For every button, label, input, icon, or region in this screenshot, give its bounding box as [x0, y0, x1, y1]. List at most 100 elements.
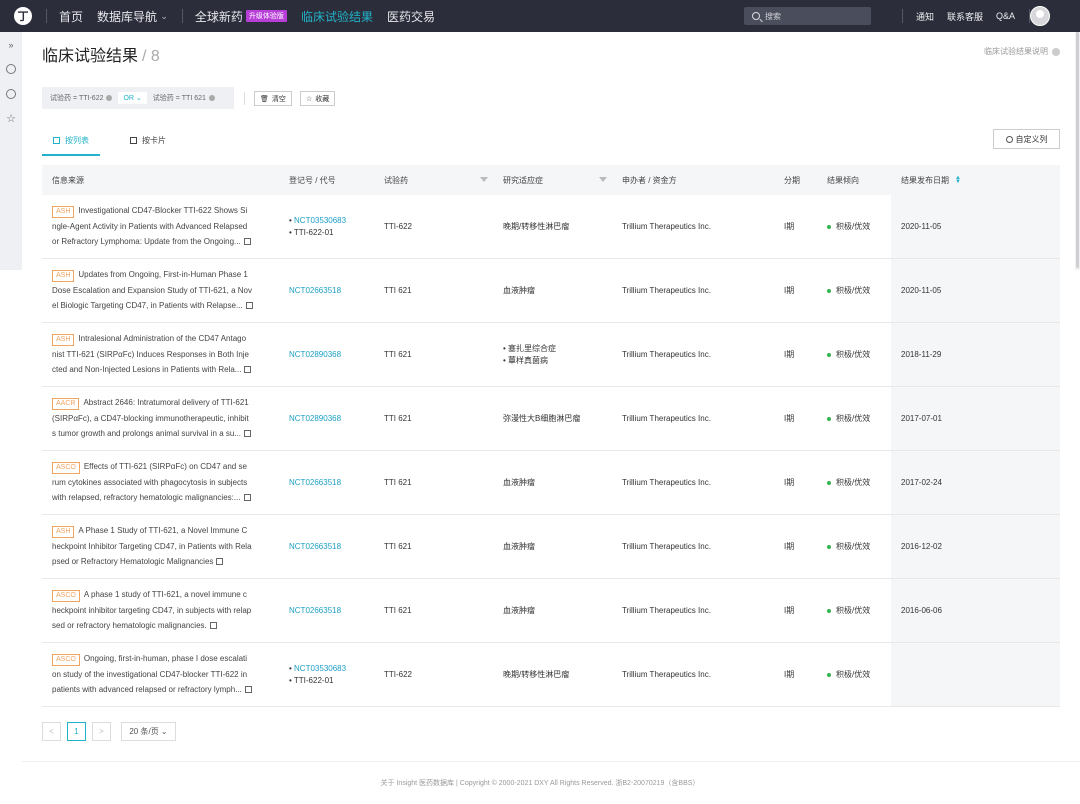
- result-cell: 积极/优效: [827, 451, 887, 514]
- source-title[interactable]: ASH Investigational CD47-Blocker TTI-622 …: [52, 203, 270, 250]
- table-header: 信息来源 登记号 / 代号 试验药 研究适应症 申办者 / 资金方 分期 结果倾…: [42, 165, 1060, 195]
- star-icon[interactable]: ☆: [6, 114, 16, 125]
- external-link-icon[interactable]: [243, 238, 251, 246]
- header-date[interactable]: 结果发布日期 ▲ ▼: [891, 165, 1060, 195]
- scrollbar-thumb[interactable]: [1076, 32, 1079, 268]
- nav-clinical-results[interactable]: 临床试验结果: [301, 8, 373, 25]
- scrollbar[interactable]: [1075, 32, 1080, 270]
- table-row[interactable]: ASCO A phase 1 study of TTI-621, a novel …: [42, 579, 1060, 643]
- source-cell: ASCO Ongoing, first-in-human, phase I dos…: [52, 643, 270, 706]
- page-size-select[interactable]: 20 条/页 ⌄: [121, 722, 176, 741]
- drug-cell: TTI 621: [384, 606, 412, 615]
- source-title[interactable]: ASH Intralesional Administration of the C…: [52, 331, 270, 378]
- clear-filters-button[interactable]: 🗑 清空: [254, 91, 292, 106]
- source-title[interactable]: ASCO A phase 1 study of TTI-621, a novel …: [52, 587, 270, 634]
- source-line: nist TTI-621 (SIRPαFc) Induces Responses…: [52, 349, 250, 359]
- external-link-icon[interactable]: [245, 302, 253, 310]
- source-line: el Biologic Targeting CD47, in Patients …: [52, 301, 243, 311]
- nav-home[interactable]: 首页: [59, 8, 83, 25]
- nav-pharma-deals[interactable]: 医药交易: [387, 8, 435, 25]
- top-right-links: 通知 联系客服 Q&A: [888, 0, 1030, 32]
- external-link-icon[interactable]: [243, 494, 251, 502]
- result-label: 积极/优效: [836, 350, 871, 359]
- registration-id[interactable]: • NCT02663518: [289, 285, 341, 297]
- phase-cell: I期: [784, 478, 795, 487]
- table-row[interactable]: ASCO Effects of TTI-621 (SIRPαFc) on CD47…: [42, 451, 1060, 515]
- indication: • 血液肿瘤: [503, 605, 535, 617]
- status-dot-icon: [827, 352, 831, 357]
- nav-database[interactable]: 数据库导航 ⌄: [97, 8, 168, 25]
- conference-tag: ASH: [52, 206, 75, 219]
- table-row[interactable]: AACR Abstract 2646: Intratumoral delivery…: [42, 387, 1060, 451]
- sponsor-cell: Trillium Therapeutics Inc.: [622, 478, 711, 487]
- filter-icon[interactable]: [599, 177, 607, 182]
- indication: • 蕈样真菌病: [503, 355, 556, 367]
- qa-link[interactable]: Q&A: [996, 11, 1015, 21]
- table-row[interactable]: ASCO Ongoing, first-in-human, phase I dos…: [42, 643, 1060, 707]
- external-link-icon[interactable]: [244, 686, 252, 694]
- remove-filter-icon[interactable]: [208, 95, 215, 101]
- registration-id[interactable]: • NCT02663518: [289, 541, 341, 553]
- prev-page-button[interactable]: <: [42, 722, 61, 741]
- external-link-icon[interactable]: [209, 622, 217, 630]
- table-row[interactable]: ASH Investigational CD47-Blocker TTI-622 …: [42, 195, 1060, 259]
- source-line: Abstract 2646: Intratumoral delivery of …: [83, 398, 249, 408]
- indication-cell: • 晚期/转移性淋巴瘤 •: [503, 195, 613, 258]
- info-icon[interactable]: [6, 89, 16, 99]
- source-title[interactable]: ASH A Phase 1 Study of TTI-621, a Novel I…: [52, 523, 270, 570]
- logic-operator-select[interactable]: OR ⌄: [118, 92, 147, 104]
- trial-code: • TTI-622-01: [289, 675, 346, 687]
- source-title[interactable]: ASCO Ongoing, first-in-human, phase I dos…: [52, 651, 270, 698]
- indication: • 弥漫性大B细胞淋巴瘤: [503, 413, 580, 425]
- result-cell: 积极/优效: [827, 643, 887, 706]
- header-result: 结果倾向: [827, 175, 859, 185]
- registration-id[interactable]: • NCT03530683: [289, 215, 346, 227]
- filter-chip-tti621[interactable]: 试验药 = TTI 621: [153, 93, 206, 103]
- nav-global-new-drugs[interactable]: 全球新药 升级体验版: [195, 8, 287, 25]
- table-row[interactable]: ASH Updates from Ongoing, First-in-Human …: [42, 259, 1060, 323]
- table-row[interactable]: ASH A Phase 1 Study of TTI-621, a Novel I…: [42, 515, 1060, 579]
- indication-label: 晚期/转移性淋巴瘤: [503, 669, 570, 679]
- source-title[interactable]: AACR Abstract 2646: Intratumoral delivery…: [52, 395, 270, 442]
- custom-columns-button[interactable]: 自定义列: [993, 129, 1060, 149]
- search-input[interactable]: 搜索: [744, 7, 871, 25]
- results-help-link[interactable]: 临床试验结果说明: [984, 46, 1060, 57]
- registration-id[interactable]: • NCT02663518: [289, 605, 341, 617]
- indication: • 晚期/转移性淋巴瘤: [503, 221, 569, 233]
- indication-cell: • 弥漫性大B细胞淋巴瘤 •: [503, 387, 613, 450]
- nav-global-new-drugs-label: 全球新药: [194, 9, 243, 24]
- source-line: (SIRPαFc), a CD47-blocking immunotherape…: [52, 413, 249, 423]
- dxy-logo-icon[interactable]: 丁: [14, 7, 32, 25]
- registration-id[interactable]: • NCT02890368: [289, 413, 341, 425]
- avatar[interactable]: [1030, 6, 1050, 26]
- next-page-button[interactable]: >: [92, 722, 111, 741]
- save-search-button[interactable]: ☆ 收藏: [300, 91, 336, 106]
- result-cell: 积极/优效: [827, 515, 887, 578]
- external-link-icon[interactable]: [244, 366, 252, 374]
- indication-cell: • 晚期/转移性淋巴瘤 •: [503, 643, 613, 706]
- table-row[interactable]: ASH Intralesional Administration of the C…: [42, 323, 1060, 387]
- chat-icon[interactable]: [6, 64, 16, 74]
- tab-card-view[interactable]: 按卡片: [130, 135, 166, 146]
- page-1-button[interactable]: 1: [67, 722, 86, 741]
- external-link-icon[interactable]: [243, 430, 251, 438]
- filter-icon[interactable]: [480, 177, 488, 182]
- registration-id[interactable]: • NCT02663518: [289, 477, 341, 489]
- notifications-link[interactable]: 通知: [916, 10, 934, 23]
- source-title[interactable]: ASH Updates from Ongoing, First-in-Human …: [52, 267, 270, 314]
- expand-icon[interactable]: »: [6, 40, 16, 50]
- source-title[interactable]: ASCO Effects of TTI-621 (SIRPαFc) on CD47…: [52, 459, 270, 506]
- remove-filter-icon[interactable]: [106, 95, 113, 101]
- customer-service-link[interactable]: 联系客服: [947, 10, 983, 23]
- sort-icon[interactable]: ▲ ▼: [955, 175, 961, 185]
- registration-id[interactable]: • NCT03530683: [289, 663, 346, 675]
- external-link-icon[interactable]: [216, 558, 224, 566]
- sponsor-cell: Trillium Therapeutics Inc.: [622, 670, 711, 679]
- sponsor-cell: Trillium Therapeutics Inc.: [622, 286, 711, 295]
- filter-chip-tti622[interactable]: 试验药 = TTI-622: [50, 93, 103, 103]
- results-help-label: 临床试验结果说明: [984, 47, 1048, 56]
- custom-columns-label: 自定义列: [1015, 134, 1048, 144]
- registration-id[interactable]: • NCT02890368: [289, 349, 341, 361]
- registration-id-label: NCT02663518: [289, 285, 342, 295]
- tab-list-view[interactable]: 按列表: [53, 135, 89, 146]
